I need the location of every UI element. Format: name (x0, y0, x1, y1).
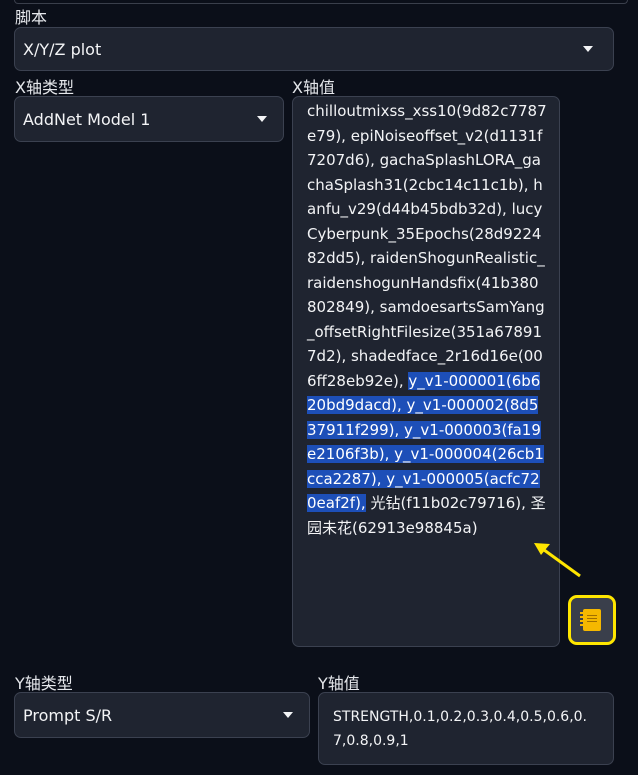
y-values-textarea[interactable]: STRENGTH,0.1,0.2,0.3,0.4,0.5,0.6,0.7,0.8… (318, 692, 614, 765)
x-type-label: X轴类型 (15, 78, 74, 97)
x-values-selected-text: y_v1-000001(6b620bd9dacd), y_v1-000002(8… (307, 371, 544, 512)
x-values-label: X轴值 (292, 78, 335, 97)
y-type-dropdown[interactable]: Prompt S/R (14, 692, 310, 738)
chevron-down-icon (283, 712, 293, 718)
x-values-text: chilloutmixss_xss10(9d82c7787e79), epiNo… (307, 102, 547, 390)
chevron-down-icon (583, 46, 593, 52)
previous-panel-edge (14, 0, 628, 4)
x-type-dropdown[interactable]: AddNet Model 1 (14, 96, 284, 142)
chevron-down-icon (257, 116, 267, 122)
arrow-annotation (534, 543, 581, 578)
y-type-label: Y轴类型 (15, 674, 73, 693)
script-label: 脚本 (15, 8, 48, 27)
notebook-icon (580, 609, 601, 631)
y-values-label: Y轴值 (318, 674, 360, 693)
y-values-text: STRENGTH,0.1,0.2,0.3,0.4,0.5,0.6,0.7,0.8… (333, 709, 588, 749)
x-values-textarea[interactable]: chilloutmixss_xss10(9d82c7787e79), epiNo… (292, 96, 560, 647)
fill-values-button[interactable] (568, 595, 616, 645)
x-type-value: AddNet Model 1 (23, 109, 151, 129)
y-type-value: Prompt S/R (23, 705, 113, 725)
script-dropdown[interactable]: X/Y/Z plot (14, 27, 614, 71)
script-dropdown-value: X/Y/Z plot (23, 39, 102, 59)
